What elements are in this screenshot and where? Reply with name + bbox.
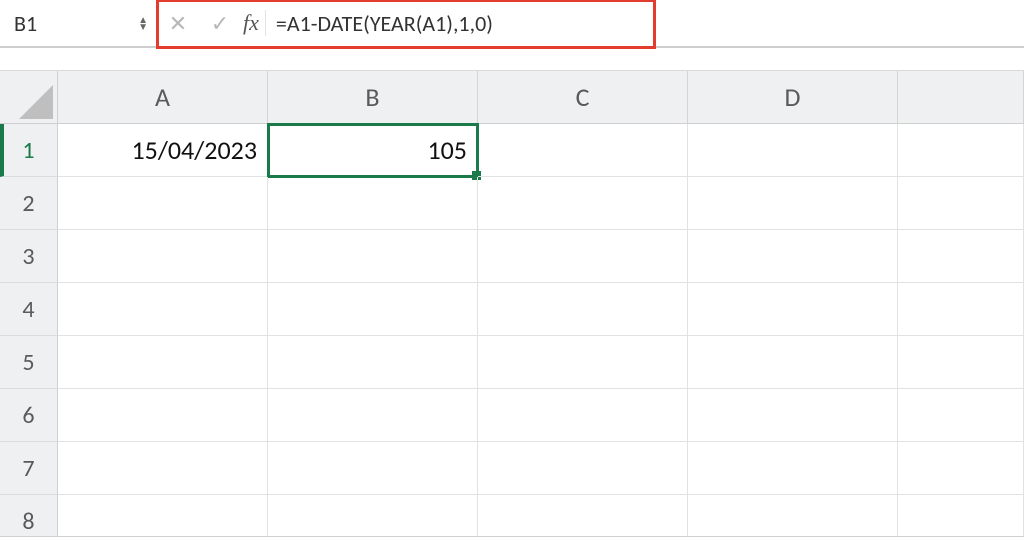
sheet-grid[interactable]: A B C D 1 15/04/2023 105 2 3 4 5 xyxy=(0,71,1024,537)
col-header-B[interactable]: B xyxy=(268,71,478,124)
cell-D3[interactable] xyxy=(688,230,898,283)
cell-E6[interactable] xyxy=(898,389,1024,442)
row-header-6[interactable]: 6 xyxy=(0,389,58,442)
formula-bar: B1 ▲ ▼ ✕ ✓ fx =A1-DATE(YEAR(A1),1,0) xyxy=(0,0,1024,48)
row-header-4[interactable]: 4 xyxy=(0,283,58,336)
cell-C8[interactable] xyxy=(478,495,688,537)
check-icon: ✓ xyxy=(211,10,229,37)
row-header-2[interactable]: 2 xyxy=(0,177,58,230)
cell-A8[interactable] xyxy=(58,495,268,537)
cell-B1[interactable]: 105 xyxy=(268,124,478,177)
spreadsheet-app: B1 ▲ ▼ ✕ ✓ fx =A1-DATE(YEAR(A1),1,0) A B xyxy=(0,0,1024,537)
insert-function-button[interactable]: fx xyxy=(241,10,266,36)
fx-label: fx xyxy=(243,10,259,35)
col-header-D[interactable]: D xyxy=(688,71,898,124)
cell-A6[interactable] xyxy=(58,389,268,442)
name-box-spinner[interactable]: ▲ ▼ xyxy=(138,16,148,30)
cell-E2[interactable] xyxy=(898,177,1024,230)
row-header-5[interactable]: 5 xyxy=(0,336,58,389)
cancel-icon: ✕ xyxy=(169,10,187,37)
cell-A7[interactable] xyxy=(58,442,268,495)
col-header-A[interactable]: A xyxy=(58,71,268,124)
cell-E8[interactable] xyxy=(898,495,1024,537)
cell-B5[interactable] xyxy=(268,336,478,389)
col-header-E[interactable] xyxy=(898,71,1024,124)
cell-E3[interactable] xyxy=(898,230,1024,283)
cell-D8[interactable] xyxy=(688,495,898,537)
cell-A5[interactable] xyxy=(58,336,268,389)
row-header-8[interactable]: 8 xyxy=(0,495,58,537)
cell-B4[interactable] xyxy=(268,283,478,336)
cell-E5[interactable] xyxy=(898,336,1024,389)
cell-C4[interactable] xyxy=(478,283,688,336)
cell-D2[interactable] xyxy=(688,177,898,230)
cell-B8[interactable] xyxy=(268,495,478,537)
enter-button[interactable]: ✓ xyxy=(199,10,241,37)
cell-E1[interactable] xyxy=(898,124,1024,177)
cell-B2[interactable] xyxy=(268,177,478,230)
cell-B6[interactable] xyxy=(268,389,478,442)
formula-input[interactable]: =A1-DATE(YEAR(A1),1,0) xyxy=(276,10,1024,37)
cell-E7[interactable] xyxy=(898,442,1024,495)
cell-B7[interactable] xyxy=(268,442,478,495)
cell-C7[interactable] xyxy=(478,442,688,495)
cell-C2[interactable] xyxy=(478,177,688,230)
cancel-button[interactable]: ✕ xyxy=(157,10,199,37)
cell-D1[interactable] xyxy=(688,124,898,177)
cell-D4[interactable] xyxy=(688,283,898,336)
row-header-3[interactable]: 3 xyxy=(0,230,58,283)
select-all-corner[interactable] xyxy=(0,71,58,124)
cell-D7[interactable] xyxy=(688,442,898,495)
cell-A3[interactable] xyxy=(58,230,268,283)
toolbar-gap xyxy=(0,48,1024,71)
cell-B3[interactable] xyxy=(268,230,478,283)
row-header-1[interactable]: 1 xyxy=(0,124,58,177)
col-header-C[interactable]: C xyxy=(478,71,688,124)
cell-C1[interactable] xyxy=(478,124,688,177)
name-box-value: B1 xyxy=(14,10,37,37)
cell-C3[interactable] xyxy=(478,230,688,283)
cell-D6[interactable] xyxy=(688,389,898,442)
row-header-7[interactable]: 7 xyxy=(0,442,58,495)
formula-group: ✕ ✓ fx =A1-DATE(YEAR(A1),1,0) xyxy=(157,0,1024,46)
cell-A4[interactable] xyxy=(58,283,268,336)
cell-E4[interactable] xyxy=(898,283,1024,336)
cell-D5[interactable] xyxy=(688,336,898,389)
name-box[interactable]: B1 ▲ ▼ xyxy=(0,0,157,46)
cell-A2[interactable] xyxy=(58,177,268,230)
cell-C6[interactable] xyxy=(478,389,688,442)
cell-A1[interactable]: 15/04/2023 xyxy=(58,124,268,177)
spinner-down-icon[interactable]: ▼ xyxy=(138,23,148,30)
cell-C5[interactable] xyxy=(478,336,688,389)
